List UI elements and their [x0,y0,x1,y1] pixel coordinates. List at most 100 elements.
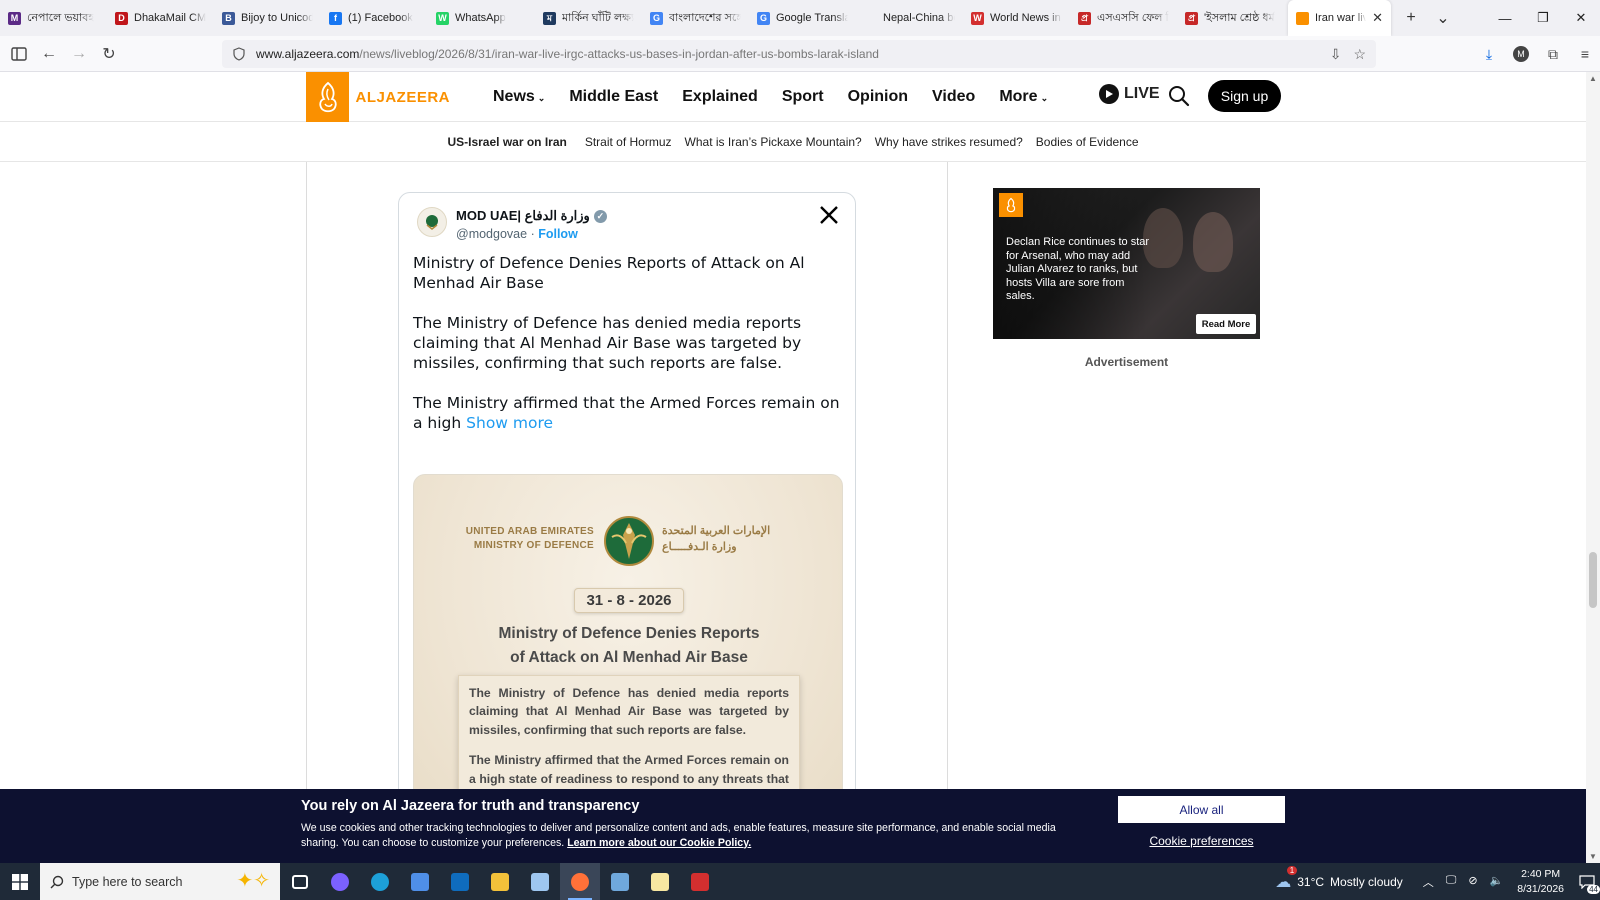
volume-icon[interactable]: 🔈 [1490,874,1504,890]
nav-item-more[interactable]: More ⌄ [999,88,1048,106]
nav-item-middle-east[interactable]: Middle East [569,88,658,106]
reload-icon[interactable]: ↻ [94,39,124,69]
downloads-icon[interactable]: ⤓ [1478,40,1500,68]
taskbar-file-explorer-icon[interactable] [480,863,520,900]
site-security-icon[interactable] [232,47,246,61]
nav-item-sport[interactable]: Sport [782,88,824,106]
browser-tab[interactable]: ম মার্কিন ঘাঁটি লক্ষ্য [535,0,642,36]
subnav-link[interactable]: What is Iran’s Pickaxe Mountain? [685,135,862,149]
follow-button[interactable]: Follow [538,227,578,241]
weather-widget[interactable]: ☁ 1 31°C Mostly cloudy [1275,865,1403,892]
browser-tab[interactable]: G Google Translate [749,0,856,36]
ad-card[interactable]: Declan Rice continues to star for Arsena… [993,188,1260,339]
nav-item-label: Explained [682,88,758,105]
play-icon [1099,84,1119,104]
browser-tab[interactable]: প্র এসএসসি ফেল ফি [1070,0,1177,36]
tab-favicon-icon: G [757,11,770,25]
handle-text[interactable]: @modgovae [456,227,527,241]
tweet-media-image[interactable]: UNITED ARAB EMIRATES MINISTRY OF DEFENCE… [413,474,843,789]
app-menu-icon[interactable]: ≡ [1574,40,1596,68]
extensions-icon[interactable]: ⧉ [1542,40,1564,68]
taskbar-task-view-icon[interactable] [280,863,320,900]
browser-tab[interactable]: W WhatsApp [428,0,535,36]
bookmark-star-icon[interactable]: ☆ [1353,46,1366,63]
scrollbar-thumb[interactable] [1589,552,1597,608]
minimize-icon[interactable]: — [1486,0,1524,36]
author-name-text: MOD UAE| وزارة الدفاع [456,208,590,223]
sidebar-toggle-icon[interactable] [4,39,34,69]
page-scrollbar[interactable]: ▲ ▼ [1586,72,1600,863]
subnav-link[interactable]: Strait of Hormuz [585,135,672,149]
windows-start-icon[interactable] [0,863,40,900]
search-icon [50,875,64,888]
close-tab-icon[interactable]: ✕ [1372,10,1383,26]
taskbar-store-icon[interactable] [400,863,440,900]
taskbar-search-box[interactable]: Type here to search ✦✧ [40,863,280,900]
show-hidden-icons-icon[interactable]: ︿ [1423,874,1434,890]
cookie-preferences-link[interactable]: Cookie preferences [1118,834,1285,848]
close-window-icon[interactable]: ✕ [1562,0,1600,36]
tab-label: Iran war live: [1315,12,1367,24]
browser-tab[interactable]: G বাংলাদেশের সঙ্গে [642,0,749,36]
taskbar-edge-icon[interactable] [360,863,400,900]
browser-tab[interactable]: f (1) Facebook [321,0,428,36]
browser-tab[interactable]: D DhakaMail CMS [107,0,214,36]
scroll-up-arrow-icon[interactable]: ▲ [1587,74,1599,83]
nav-item-explained[interactable]: Explained [682,88,758,106]
forward-icon[interactable]: → [64,39,94,69]
read-more-button[interactable]: Read More [1196,314,1256,334]
taskbar-outlook-icon[interactable] [440,863,480,900]
browser-tab[interactable]: W World News in Bengali [963,0,1070,36]
tab-active[interactable]: Iran war live: ✕ [1288,0,1391,36]
tab-label: WhatsApp [455,12,506,24]
restore-icon[interactable]: ❐ [1524,0,1562,36]
search-icon[interactable] [1168,85,1192,109]
subnav-link[interactable]: Bodies of Evidence [1036,135,1139,149]
taskbar-copilot-icon[interactable] [320,863,360,900]
browser-tab[interactable]: Nepal-China border [856,0,963,36]
taskbar-firefox-icon[interactable] [560,863,600,900]
allow-all-button[interactable]: Allow all [1118,796,1285,823]
app-glyph [491,872,509,891]
browser-tab[interactable]: B Bijoy to Unicode [214,0,321,36]
live-button[interactable]: LIVE [1099,84,1160,104]
browser-tab[interactable]: M নেপালে ভয়াবহ [0,0,107,36]
list-all-tabs-icon[interactable]: ⌄ [1427,8,1459,28]
account-avatar[interactable]: M [1510,40,1532,68]
media-title-line: Ministry of Defence Denies Reports [498,625,760,642]
network-icon[interactable]: 🖵 [1446,874,1457,890]
app-glyph [571,872,589,891]
wifi-off-icon[interactable]: ⊘ [1468,874,1477,890]
url-host: www.aljazeera.com [256,47,360,61]
nav-item-video[interactable]: Video [932,88,975,106]
system-clock[interactable]: 2:40 PM 8/31/2026 [1517,867,1564,897]
system-tray: ☁ 1 31°C Mostly cloudy ︿ 🖵 ⊘ 🔈 2:40 PM 8/… [1275,863,1600,900]
url-bar[interactable]: www.aljazeera.com/news/liveblog/2026/8/3… [222,40,1376,68]
subnav-lead-link[interactable]: US-Israel war on Iran [447,135,566,149]
save-to-pocket-icon[interactable]: ⇩ [1330,46,1342,63]
app-glyph [411,872,429,891]
ad-photo-figure [1193,212,1233,272]
nav-item-news[interactable]: News ⌄ [493,88,545,106]
notifications-icon[interactable]: 44 [1574,863,1600,900]
cookie-policy-link[interactable]: Learn more about our Cookie Policy. [567,837,751,849]
embedded-tweet[interactable]: MOD UAE| وزارة الدفاع ✓ @modgovae · Foll… [398,192,856,789]
url-path: /news/liveblog/2026/8/31/iran-war-live-i… [359,47,879,61]
scroll-down-arrow-icon[interactable]: ▼ [1587,852,1599,861]
new-tab-icon[interactable]: + [1395,9,1427,27]
app-glyph [292,874,308,889]
aljazeera-logo[interactable]: ALJAZEERA [306,72,450,122]
taskbar-bangla-keyboard-icon[interactable] [680,863,720,900]
subnav-link[interactable]: Why have strikes resumed? [875,135,1023,149]
mod-uae-avatar[interactable] [417,207,447,237]
browser-tab[interactable]: প্র 'ইসলাম শ্রেষ্ঠ ধর্ম [1177,0,1284,36]
taskbar-notepad-pen-icon[interactable] [520,863,560,900]
x-logo-icon[interactable] [819,205,841,227]
taskbar-remote-desktop-icon[interactable] [600,863,640,900]
tweet-author-name[interactable]: MOD UAE| وزارة الدفاع ✓ [456,208,607,224]
sign-up-button[interactable]: Sign up [1208,80,1281,112]
show-more-link[interactable]: Show more [466,414,553,432]
back-icon[interactable]: ← [34,39,64,69]
nav-item-opinion[interactable]: Opinion [848,88,908,106]
taskbar-sticky-notes-icon[interactable] [640,863,680,900]
